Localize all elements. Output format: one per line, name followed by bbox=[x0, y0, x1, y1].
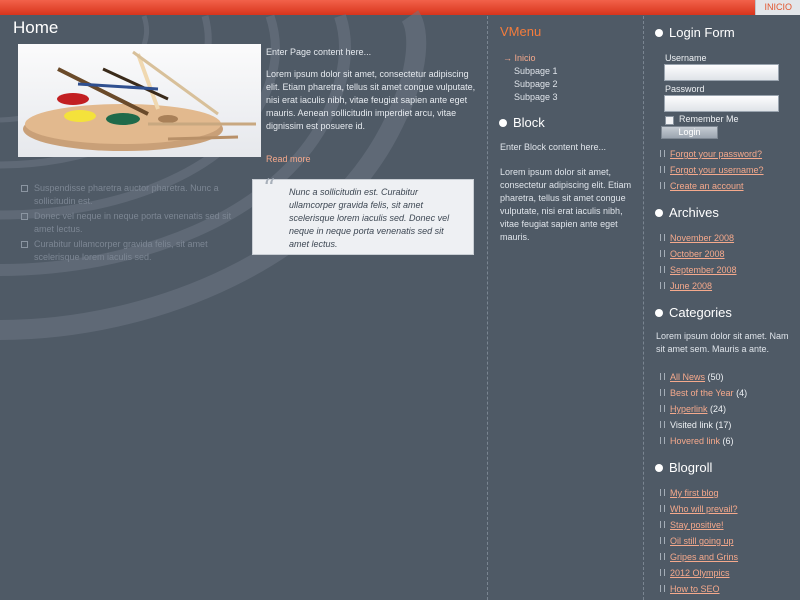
page-body-text: Lorem ipsum dolor sit amet, consectetur … bbox=[266, 69, 476, 131]
archives-list: November 2008 October 2008 September 200… bbox=[659, 233, 737, 297]
categories-text: Lorem ipsum dolor sit amet. Nam sit amet… bbox=[656, 331, 789, 354]
list-item: June 2008 bbox=[659, 281, 737, 297]
list-item: Forgot your username? bbox=[659, 165, 764, 181]
vmenu-item-subpage-3[interactable]: Subpage 3 bbox=[503, 91, 558, 104]
password-field[interactable] bbox=[664, 95, 779, 112]
blogroll-link[interactable]: Who will prevail? bbox=[670, 504, 738, 514]
list-item: Stay positive! bbox=[659, 520, 738, 536]
archive-link[interactable]: November 2008 bbox=[670, 233, 734, 243]
remember-me-checkbox[interactable] bbox=[665, 116, 674, 125]
archives-title: Archives bbox=[655, 205, 719, 220]
block-intro: Enter Block content here... bbox=[500, 142, 607, 152]
login-form-title: Login Form bbox=[655, 25, 735, 40]
page-intro: Enter Page content here... bbox=[266, 47, 372, 57]
category-link[interactable]: Visited link bbox=[670, 420, 713, 430]
list-item: My first blog bbox=[659, 488, 738, 504]
list-item: Visited link (17) bbox=[659, 420, 747, 436]
quote-mark-icon: “ bbox=[263, 174, 276, 202]
list-item: Who will prevail? bbox=[659, 504, 738, 520]
login-links: Forgot your password? Forgot your userna… bbox=[659, 149, 764, 197]
vmenu-item-subpage-2[interactable]: Subpage 2 bbox=[503, 78, 558, 91]
list-item: Hovered link (6) bbox=[659, 436, 747, 452]
category-count: (50) bbox=[707, 372, 724, 382]
column-separator bbox=[643, 16, 644, 600]
password-label: Password bbox=[665, 84, 705, 94]
remember-me-label: Remember Me bbox=[679, 114, 739, 124]
category-count: (4) bbox=[736, 388, 748, 398]
list-item: Create an account bbox=[659, 181, 764, 197]
list-item: September 2008 bbox=[659, 265, 737, 281]
block-title: Block bbox=[499, 115, 545, 130]
blogroll-link[interactable]: Gripes and Grins bbox=[670, 552, 738, 562]
categories-title: Categories bbox=[655, 305, 732, 320]
vmenu-item-subpage-1[interactable]: Subpage 1 bbox=[503, 65, 558, 78]
blogroll-list: My first blog Who will prevail? Stay pos… bbox=[659, 488, 738, 600]
list-item: November 2008 bbox=[659, 233, 737, 249]
block-body-text: Lorem ipsum dolor sit amet, consectetur … bbox=[500, 167, 632, 242]
blogroll-link[interactable]: My first blog bbox=[670, 488, 719, 498]
list-item: Best of the Year (4) bbox=[659, 388, 747, 404]
read-more-link[interactable]: Read more bbox=[266, 154, 311, 164]
archive-link[interactable]: October 2008 bbox=[670, 249, 725, 259]
list-item: October 2008 bbox=[659, 249, 737, 265]
blockquote: “ Nunc a sollicitudin est. Curabitur ull… bbox=[252, 174, 474, 255]
category-link[interactable]: All News bbox=[670, 372, 705, 382]
blogroll-link[interactable]: Oil still going up bbox=[670, 536, 734, 546]
category-link[interactable]: Best of the Year bbox=[670, 388, 734, 398]
quote-text: Nunc a sollicitudin est. Curabitur ullam… bbox=[289, 187, 450, 249]
list-item: Hyperlink (24) bbox=[659, 404, 747, 420]
column-separator bbox=[487, 16, 488, 600]
paint-palette-image bbox=[18, 44, 261, 157]
bullet-list: Suspendisse pharetra auctor pharetra. Nu… bbox=[20, 182, 240, 266]
page-title: Home bbox=[13, 18, 59, 37]
list-item: All News (50) bbox=[659, 372, 747, 388]
list-item: Donec vel neque in neque porta venenatis… bbox=[20, 210, 240, 236]
archive-link[interactable]: June 2008 bbox=[670, 281, 712, 291]
list-item: Curabitur ullamcorper gravida felis, sit… bbox=[20, 238, 240, 264]
username-field[interactable] bbox=[664, 64, 779, 81]
list-item: How to SEO bbox=[659, 584, 738, 600]
forgot-password-link[interactable]: Forgot your password? bbox=[670, 149, 762, 159]
category-count: (17) bbox=[715, 420, 732, 430]
list-item: Suspendisse pharetra auctor pharetra. Nu… bbox=[20, 182, 240, 208]
category-count: (24) bbox=[710, 404, 727, 414]
category-link[interactable]: Hovered link bbox=[670, 436, 720, 446]
username-label: Username bbox=[665, 53, 707, 63]
category-count: (6) bbox=[722, 436, 734, 446]
vmenu: → Inicio Subpage 1 Subpage 2 Subpage 3 bbox=[503, 52, 558, 104]
blogroll-link[interactable]: 2012 Olympics bbox=[670, 568, 730, 578]
archive-link[interactable]: September 2008 bbox=[670, 265, 737, 275]
list-item: Gripes and Grins bbox=[659, 552, 738, 568]
login-button[interactable]: Login bbox=[661, 126, 718, 139]
blogroll-link[interactable]: How to SEO bbox=[670, 584, 720, 594]
forgot-username-link[interactable]: Forgot your username? bbox=[670, 165, 764, 175]
categories-list: All News (50) Best of the Year (4) Hyper… bbox=[659, 372, 747, 452]
vmenu-title: VMenu bbox=[500, 24, 542, 39]
category-link[interactable]: Hyperlink bbox=[670, 404, 708, 414]
list-item: Forgot your password? bbox=[659, 149, 764, 165]
blogroll-title: Blogroll bbox=[655, 460, 712, 475]
list-item: Oil still going up bbox=[659, 536, 738, 552]
create-account-link[interactable]: Create an account bbox=[670, 181, 744, 191]
list-item: 2012 Olympics bbox=[659, 568, 738, 584]
blogroll-link[interactable]: Stay positive! bbox=[670, 520, 724, 530]
vmenu-item-inicio[interactable]: → Inicio bbox=[503, 52, 558, 65]
